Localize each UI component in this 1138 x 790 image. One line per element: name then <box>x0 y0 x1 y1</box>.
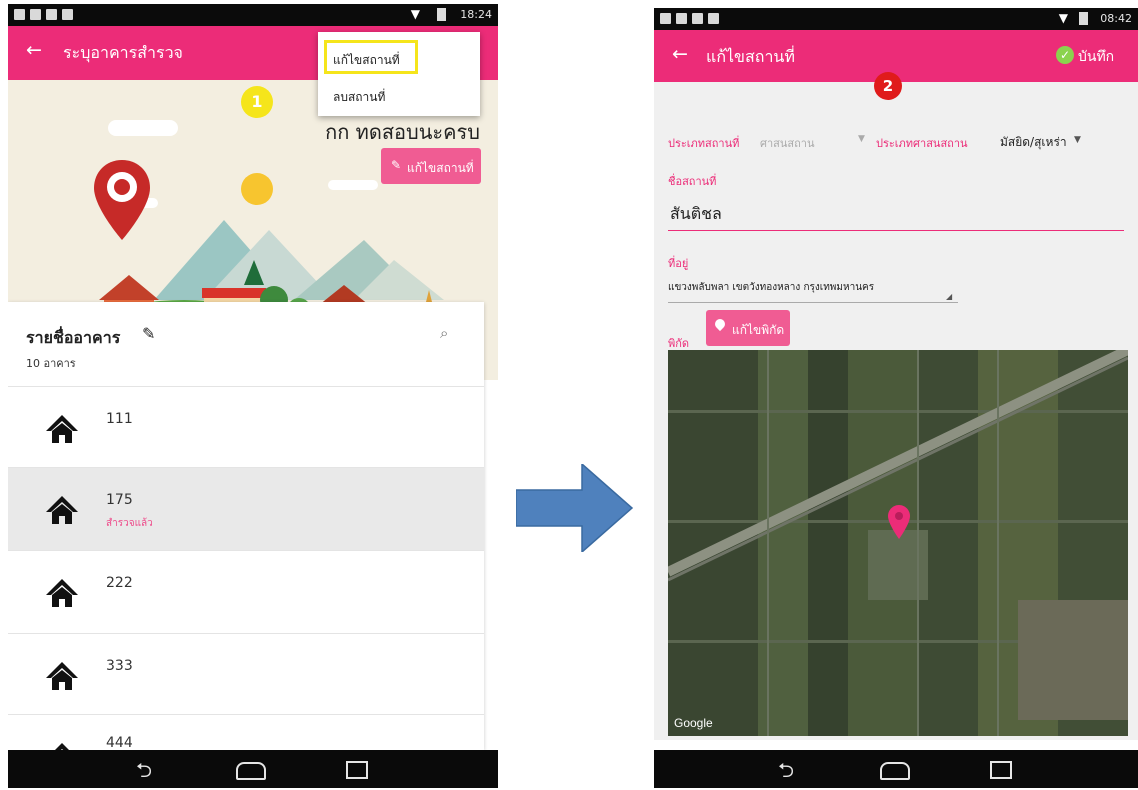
satellite-map[interactable]: Google <box>668 350 1128 736</box>
menu-item-edit-label: แก้ไขสถานที่ <box>333 53 400 67</box>
address-value: แขวงพลับพลา เขตวังทองหลาง กรุงเทพมหานคร <box>668 282 875 293</box>
navigation-bar: ⮌ <box>8 750 498 788</box>
home-nav-icon[interactable] <box>880 762 910 780</box>
home-nav-icon[interactable] <box>236 762 266 780</box>
recents-nav-icon[interactable] <box>346 761 368 779</box>
building-status: สำรวจแล้ว <box>106 518 153 529</box>
step-badge-number: 1 <box>251 92 263 111</box>
satellite-imagery <box>668 350 1128 736</box>
house-icon <box>46 579 78 607</box>
resize-handle-icon: ◢ <box>946 292 953 301</box>
step-badge-number: 2 <box>882 77 894 95</box>
left-phone-screen: ▼ 18:24 ← ระบุอาคารสำรวจ กก ทดสอบนะครบ ✎… <box>8 4 498 788</box>
list-item[interactable]: 444 <box>8 715 484 755</box>
menu-item-delete-place[interactable]: ลบสถานที่ <box>324 82 474 110</box>
transition-arrow <box>516 464 634 552</box>
wifi-icon: ▼ <box>1058 11 1068 25</box>
place-name-field[interactable]: สันติชล <box>668 194 1124 231</box>
building-number: 111 <box>106 411 133 427</box>
place-type-select[interactable]: ศาสนสถาน <box>760 134 814 152</box>
place-name-value: สันติชล <box>670 204 722 223</box>
status-time: 18:24 <box>460 8 492 21</box>
list-item[interactable]: 111 <box>8 387 484 468</box>
back-arrow-icon[interactable]: ← <box>26 39 42 61</box>
navigation-bar: ⮌ <box>654 750 1138 788</box>
step-badge: 2 <box>874 72 902 100</box>
chevron-down-icon: ▼ <box>1074 135 1081 145</box>
address-field[interactable]: แขวงพลับพลา เขตวังทองหลาง กรุงเทพมหานคร <box>668 274 958 303</box>
list-item[interactable]: 175 สำรวจแล้ว <box>8 468 484 551</box>
building-number: 333 <box>106 658 133 674</box>
religious-type-label: ประเภทศาสนสถาน <box>876 137 968 150</box>
building-number: 222 <box>106 575 133 591</box>
cloud-decoration <box>108 120 178 136</box>
search-icon[interactable]: ⌕ <box>440 324 448 342</box>
house-icon <box>46 496 78 524</box>
place-name: กก ทดสอบนะครบ <box>325 120 480 144</box>
location-pin-icon <box>712 316 728 332</box>
map-pin-icon <box>94 160 150 240</box>
map-attribution: Google <box>674 716 713 730</box>
battery-icon <box>437 8 446 21</box>
building-count: 10 อาคาร <box>26 357 76 370</box>
battery-icon <box>1079 12 1088 25</box>
chevron-down-icon: ▼ <box>858 134 865 144</box>
edit-place-form: ประเภทสถานที่ ศาสนสถาน ▼ ประเภทศาสนสถาน … <box>654 82 1138 740</box>
page-title: ระบุอาคารสำรวจ <box>63 43 183 62</box>
wifi-icon: ▼ <box>410 7 420 21</box>
building-list-header: รายชื่ออาคาร ✎ 10 อาคาร ⌕ <box>8 302 484 387</box>
right-phone-screen: ▼ 08:42 ← แก้ไขสถานที่ ✓ บันทึก 2 ประเภท… <box>654 8 1138 788</box>
address-label: ที่อยู่ <box>668 257 689 270</box>
save-button-label: บันทึก <box>1078 49 1115 65</box>
house-icon <box>46 662 78 690</box>
page-title: แก้ไขสถานที่ <box>706 47 795 66</box>
building-list-title: รายชื่ออาคาร <box>26 328 121 347</box>
back-nav-icon[interactable]: ⮌ <box>778 756 794 788</box>
list-item[interactable]: 222 <box>8 551 484 634</box>
map-marker-icon[interactable] <box>888 505 910 539</box>
menu-item-edit-place[interactable]: แก้ไขสถานที่ <box>324 40 418 74</box>
check-circle-icon: ✓ <box>1056 46 1074 64</box>
save-button[interactable]: ✓ บันทึก <box>1056 42 1132 70</box>
list-item[interactable]: 333 <box>8 634 484 715</box>
edit-coords-button[interactable]: แก้ไขพิกัด <box>706 310 790 346</box>
menu-item-delete-label: ลบสถานที่ <box>333 90 386 104</box>
recents-nav-icon[interactable] <box>990 761 1012 779</box>
status-bar: ▼ 18:24 <box>8 4 498 26</box>
building-list-card: รายชื่ออาคาร ✎ 10 อาคาร ⌕ 111 175 สำรวจแ… <box>8 302 484 755</box>
building-number: 444 <box>106 735 133 751</box>
house-icon <box>46 415 78 443</box>
status-time: 08:42 <box>1100 12 1132 25</box>
edit-list-pencil-icon[interactable]: ✎ <box>142 324 155 343</box>
place-name-label: ชื่อสถานที่ <box>668 175 717 188</box>
edit-coords-button-label: แก้ไขพิกัด <box>732 323 785 337</box>
status-bar: ▼ 08:42 <box>654 8 1138 30</box>
religious-type-select[interactable]: มัสยิด/สุเหร่า <box>1000 133 1067 152</box>
overflow-menu: แก้ไขสถานที่ ลบสถานที่ <box>318 32 480 116</box>
step-badge: 1 <box>241 86 273 118</box>
back-nav-icon[interactable]: ⮌ <box>136 756 152 788</box>
building-number: 175 <box>106 492 133 508</box>
place-type-label: ประเภทสถานที่ <box>668 137 740 150</box>
back-arrow-icon[interactable]: ← <box>672 43 688 65</box>
